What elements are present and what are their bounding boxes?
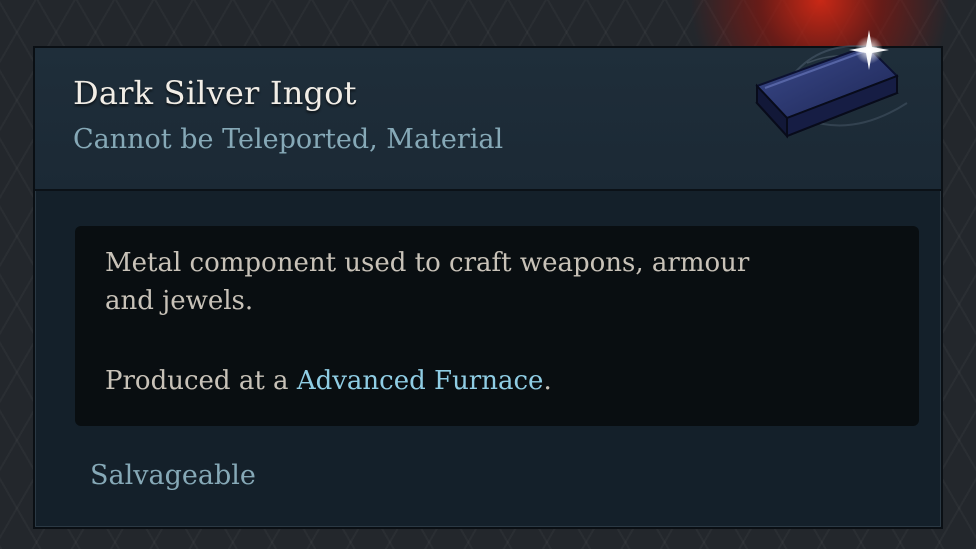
produced-at-line: Produced at a Advanced Furnace. — [105, 366, 552, 396]
item-name: Dark Silver Ingot — [73, 74, 357, 112]
salvageable-label: Salvageable — [90, 460, 256, 491]
ingot-icon — [747, 8, 917, 158]
item-tags: Cannot be Teleported, Material — [73, 124, 504, 155]
description-line-2: and jewels. — [105, 286, 254, 316]
produced-suffix: . — [543, 366, 552, 396]
crafting-station-link[interactable]: Advanced Furnace — [297, 366, 544, 396]
description-line-1: Metal component used to craft weapons, a… — [105, 248, 750, 278]
produced-prefix: Produced at a — [105, 366, 297, 396]
item-tooltip: Dark Silver Ingot Cannot be Teleported, … — [33, 30, 943, 529]
description-box: Metal component used to craft weapons, a… — [75, 226, 919, 426]
